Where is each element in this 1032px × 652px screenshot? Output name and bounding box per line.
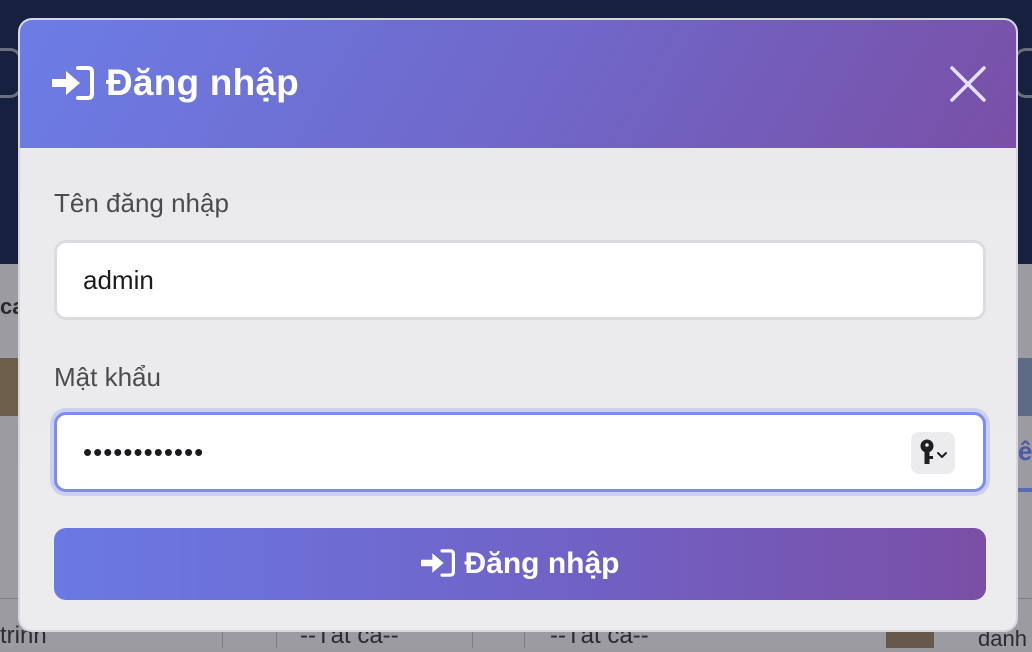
password-value: ••••••••••••: [83, 436, 205, 467]
login-submit-button[interactable]: Đăng nhập: [54, 528, 986, 600]
username-input[interactable]: admin: [54, 240, 986, 320]
password-manager-button[interactable]: [911, 432, 955, 474]
password-input[interactable]: ••••••••••••: [54, 412, 986, 492]
background-thumbnail: [0, 358, 20, 416]
username-value: admin: [83, 264, 154, 295]
password-label: Mật khẩu: [54, 362, 161, 392]
close-button[interactable]: [948, 64, 988, 104]
modal-header: Đăng nhập: [20, 20, 1016, 148]
key-icon: [920, 439, 947, 464]
login-modal: Đăng nhập Tên đăng nhập admin Mật khẩu •…: [18, 18, 1018, 632]
modal-title-group: Đăng nhập: [52, 62, 299, 104]
background-tab-underline: [1018, 488, 1032, 492]
username-label: Tên đăng nhập: [54, 188, 229, 218]
background-tab-fragment: ê: [1018, 436, 1032, 466]
background-thumbnail: [1017, 358, 1032, 416]
modal-title: Đăng nhập: [106, 62, 299, 103]
login-icon: [420, 548, 455, 581]
login-icon: [52, 65, 94, 101]
close-icon: [950, 66, 986, 102]
submit-label: Đăng nhập: [464, 547, 620, 580]
modal-body: Tên đăng nhập admin Mật khẩu •••••••••••…: [20, 148, 1016, 630]
